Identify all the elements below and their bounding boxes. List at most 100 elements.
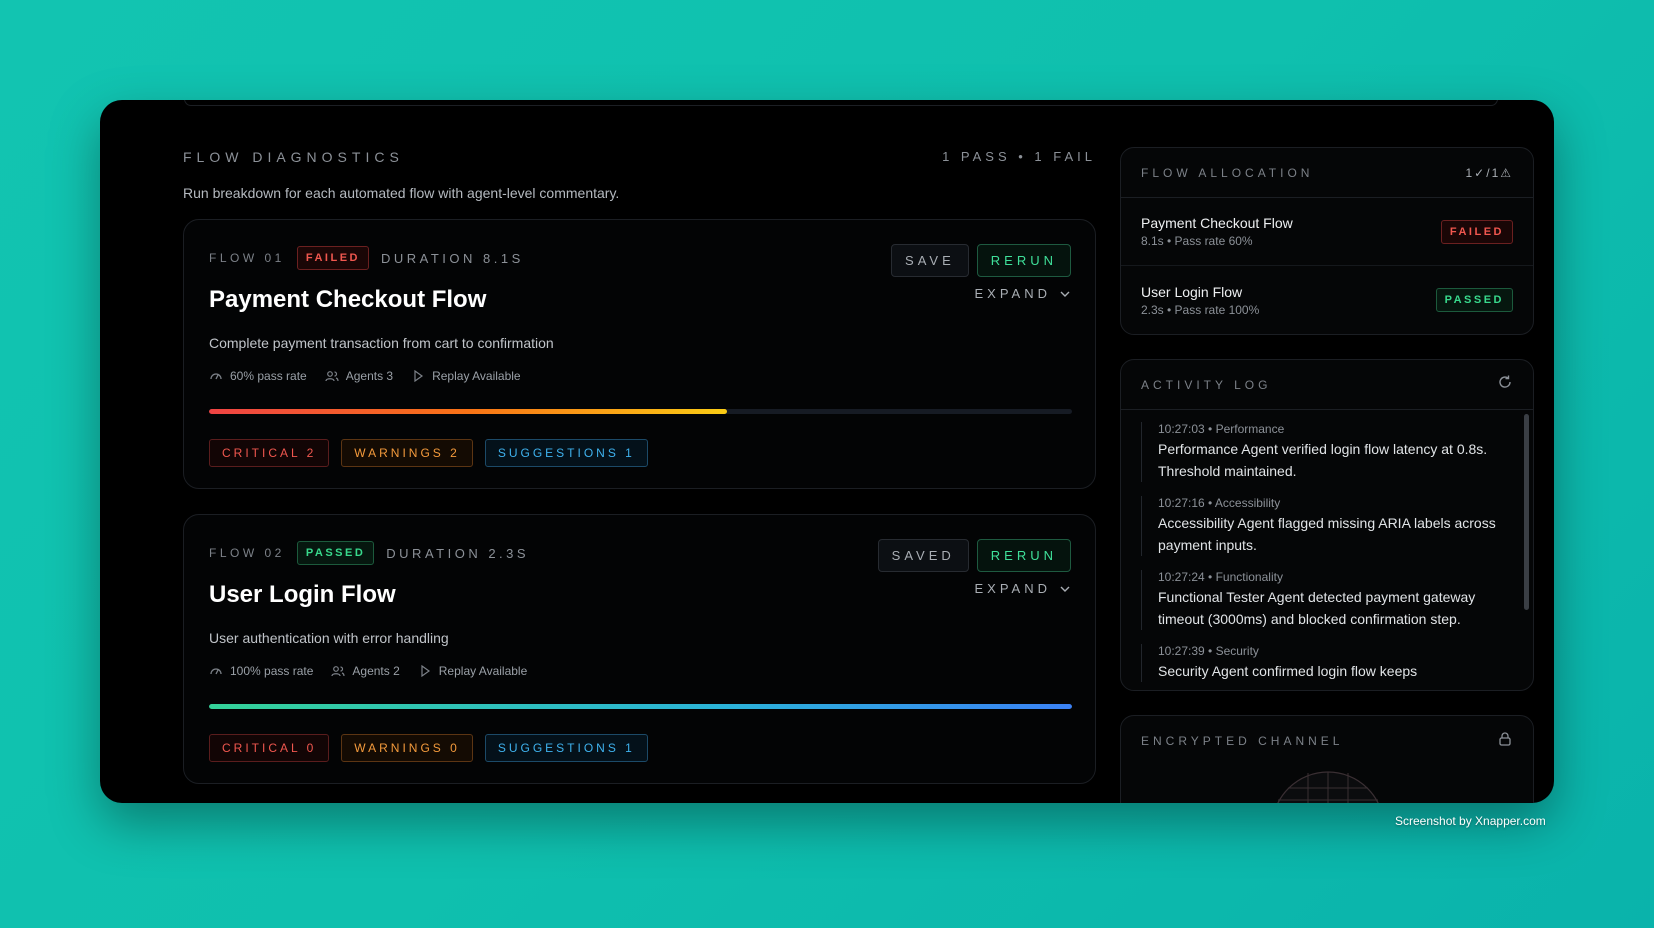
lock-button[interactable] [1497,731,1513,752]
panel-header: ACTIVITY LOG [1121,360,1533,410]
status-badge: FAILED [1440,219,1513,244]
issue-tags: CRITICAL 0 WARNINGS 0 SUGGESTIONS 1 [209,734,648,762]
sidebar: FLOW ALLOCATION 1✓/1⚠ Payment Checkout F… [1120,100,1534,803]
allocation-count: 1✓/1⚠ [1465,165,1513,180]
log-entry: 10:27:16 • Accessibility Accessibility A… [1141,496,1496,556]
activity-log-list[interactable]: 10:27:03 • Performance Performance Agent… [1121,410,1533,690]
pass-rate-stat: 100% pass rate [209,664,313,678]
panel-header: ENCRYPTED CHANNEL [1121,716,1533,766]
progress-bar [209,704,1072,709]
allocation-name: User Login Flow [1141,283,1243,300]
flow-diagnostics-section: FLOW DIAGNOSTICS 1 PASS • 1 FAIL Run bre… [183,100,1096,803]
flow-duration: DURATION 8.1S [380,250,524,266]
critical-tag[interactable]: CRITICAL 0 [209,734,330,762]
critical-tag[interactable]: CRITICAL 2 [209,439,330,467]
flow-number: FLOW 01 [209,251,285,265]
users-icon [325,371,339,382]
play-icon [421,664,430,678]
progress-fill [209,409,727,414]
section-title: FLOW DIAGNOSTICS [183,149,404,165]
lock-icon [1499,731,1511,746]
allocation-item[interactable]: User Login Flow 2.3s • Pass rate 100% PA… [1121,266,1533,334]
play-icon [414,369,424,383]
expand-label: EXPAND [974,581,1051,596]
save-button[interactable]: SAVE [891,244,969,277]
flow-duration: DURATION 2.3S [386,545,530,561]
suggestions-tag[interactable]: SUGGESTIONS 1 [484,439,648,467]
panel-header: FLOW ALLOCATION 1✓/1⚠ [1121,148,1533,198]
allocation-name: Payment Checkout Flow [1141,215,1293,231]
panel-title: ENCRYPTED CHANNEL [1141,734,1344,748]
refresh-icon [1499,375,1511,388]
scrollbar[interactable] [1524,414,1529,610]
log-entry: 10:27:03 • Performance Performance Agent… [1141,422,1496,482]
log-entry: 10:27:39 • Security Security Agent confi… [1141,644,1496,682]
flow-allocation-panel: FLOW ALLOCATION 1✓/1⚠ Payment Checkout F… [1120,147,1534,335]
chevron-down-icon [1060,291,1070,297]
pass-rate-label: 60% pass rate [230,369,307,383]
globe-graphic [1277,771,1379,803]
agents-label: Agents 2 [352,664,400,678]
flow-number: FLOW 02 [209,546,285,560]
expand-button[interactable]: EXPAND [975,286,1072,301]
panel-title: ACTIVITY LOG [1141,377,1272,392]
log-message: Performance Agent verified login flow la… [1158,441,1488,479]
allocation-subtext: 2.3s • Pass rate 100% [1141,302,1260,317]
expand-label: EXPAND [974,286,1051,301]
section-count: 1 PASS • 1 FAIL [942,149,1096,164]
flow-meta: FLOW 02 PASSED DURATION 2.3S [209,541,529,565]
agents-label: Agents 3 [345,369,394,383]
flow-meta: FLOW 01 FAILED DURATION 8.1S [209,246,524,270]
log-message: Security Agent confirmed login flow keep… [1158,663,1418,679]
flow-stats: 60% pass rate Agents 3 Replay Available [209,369,521,383]
saved-button[interactable]: SAVED [877,539,969,572]
status-badge: FAILED [296,246,369,270]
flow-card-login: FLOW 02 PASSED DURATION 2.3S SAVED RERUN… [183,514,1096,784]
agents-stat: Agents 2 [331,664,400,678]
flow-description: Complete payment transaction from cart t… [209,335,554,351]
chevron-down-icon [1060,586,1070,592]
log-timestamp: 10:27:16 • Accessibility [1158,496,1281,510]
expand-button[interactable]: EXPAND [975,581,1072,596]
flow-stats: 100% pass rate Agents 2 Replay Available [209,664,527,678]
log-message: Functional Tester Agent detected payment… [1158,589,1476,627]
status-badge: PASSED [296,541,375,565]
flow-title: Payment Checkout Flow [209,286,487,313]
log-timestamp: 10:27:39 • Security [1158,644,1259,658]
log-entry: 10:27:24 • Functionality Functional Test… [1141,570,1496,630]
warnings-tag[interactable]: WARNINGS 2 [341,439,473,467]
log-timestamp: 10:27:24 • Functionality [1158,570,1283,584]
pass-rate-label: 100% pass rate [230,664,314,678]
flow-actions: SAVE RERUN [891,244,1071,277]
replay-label: Replay Available [438,664,528,678]
refresh-button[interactable] [1497,374,1513,395]
agents-stat: Agents 3 [325,369,393,383]
activity-log-panel: ACTIVITY LOG 10:27:03 • Performance Perf… [1120,359,1534,691]
section-description: Run breakdown for each automated flow wi… [183,185,620,201]
replay-link[interactable]: Replay Available [418,664,528,678]
replay-link[interactable]: Replay Available [411,369,521,383]
flow-description: User authentication with error handling [209,630,449,646]
panel-title: FLOW ALLOCATION [1141,165,1314,180]
progress-fill [209,704,1072,709]
replay-label: Replay Available [432,369,521,383]
log-message: Accessibility Agent flagged missing ARIA… [1158,515,1496,553]
encrypted-channel-panel: ENCRYPTED CHANNEL [1120,715,1534,803]
pass-rate-stat: 60% pass rate [209,369,307,383]
rerun-button[interactable]: RERUN [976,244,1071,277]
flow-actions: SAVED RERUN [877,539,1071,572]
gauge-icon [210,668,222,675]
flow-card-payment: FLOW 01 FAILED DURATION 8.1S SAVE RERUN … [183,219,1096,489]
rerun-button[interactable]: RERUN [976,539,1071,572]
app-window: FLOW DIAGNOSTICS 1 PASS • 1 FAIL Run bre… [100,100,1554,803]
progress-bar [209,409,1072,414]
status-badge: PASSED [1435,288,1513,312]
suggestions-tag[interactable]: SUGGESTIONS 1 [484,734,648,762]
warnings-tag[interactable]: WARNINGS 0 [341,734,473,762]
screenshot-credit: Screenshot by Xnapper.com [1395,814,1546,828]
issue-tags: CRITICAL 2 WARNINGS 2 SUGGESTIONS 1 [209,439,648,467]
allocation-item[interactable]: Payment Checkout Flow 8.1s • Pass rate 6… [1121,198,1533,266]
users-icon [331,666,345,677]
log-timestamp: 10:27:03 • Performance [1158,422,1285,436]
gauge-icon [210,373,222,380]
